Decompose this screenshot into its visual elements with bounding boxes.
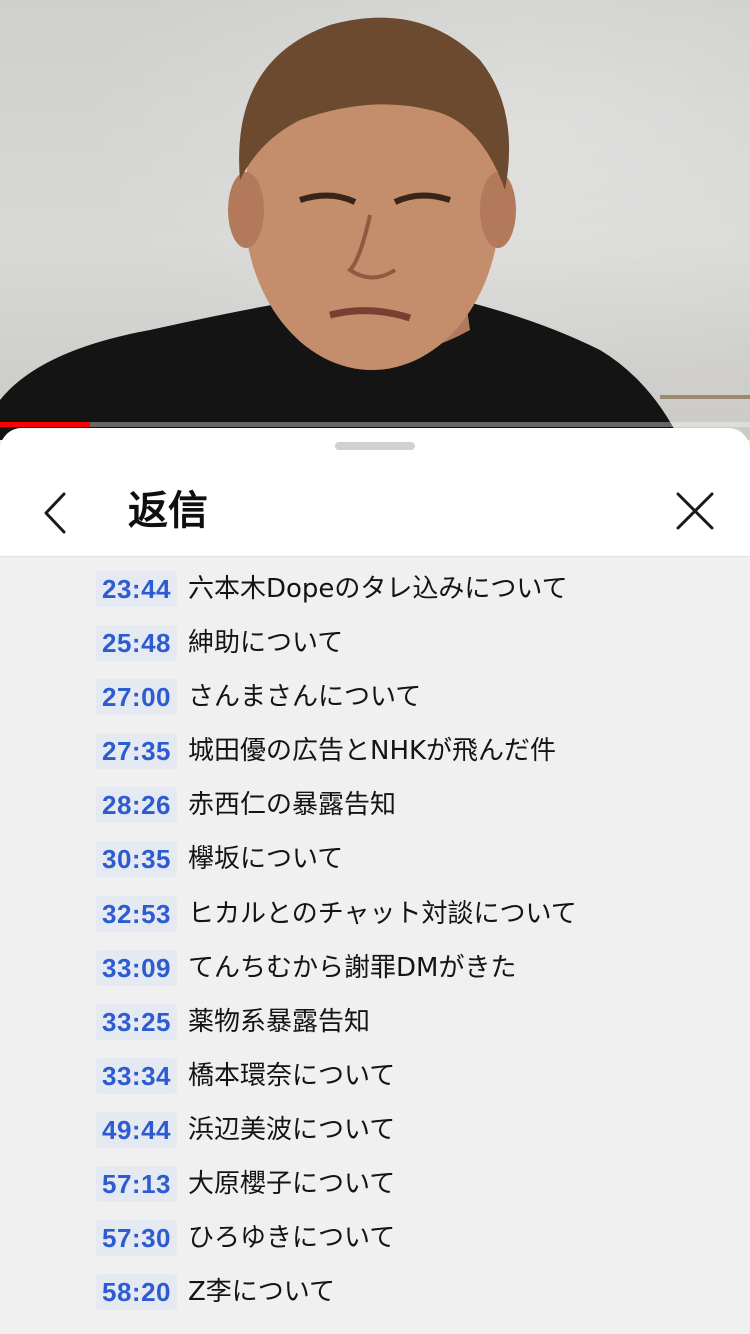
- chapter-row: 33:34 橋本環奈について: [0, 1051, 750, 1105]
- close-icon: [676, 492, 714, 530]
- chapter-row: 58:20 Z李について: [0, 1267, 750, 1321]
- chapter-label: 紳助について: [188, 628, 344, 659]
- timestamp-link[interactable]: 28:26: [96, 787, 177, 824]
- replies-sheet: 返信 23:44 六本木Dopeのタレ込みについて 25:48 紳助について 2…: [0, 428, 750, 1334]
- timestamp-link[interactable]: 23:44: [96, 571, 177, 607]
- back-button[interactable]: [28, 486, 82, 540]
- video-frame-person: [0, 17, 680, 440]
- chapter-label: 浜辺美波について: [188, 1114, 396, 1145]
- chapter-label: 大原櫻子について: [188, 1169, 396, 1200]
- chapter-label: 六本木Dopeのタレ込みについて: [188, 574, 568, 604]
- chapter-row: 23:44 六本木Dopeのタレ込みについて: [0, 564, 750, 618]
- timestamp-link[interactable]: 27:00: [96, 679, 177, 716]
- chapter-label: 欅坂について: [188, 844, 344, 875]
- chapter-label: さんまさんについて: [188, 682, 422, 713]
- chapter-row: 28:26 赤西仁の暴露告知: [0, 780, 750, 834]
- chapter-row: 30:35 欅坂について: [0, 834, 750, 888]
- chapter-row: 32:53 ヒカルとのチャット対談について: [0, 889, 750, 943]
- timestamp-link[interactable]: 33:34: [96, 1057, 177, 1094]
- timestamp-link[interactable]: 33:25: [96, 1003, 177, 1040]
- timestamp-link[interactable]: 32:53: [96, 895, 177, 932]
- chevron-left-icon: [44, 492, 66, 534]
- chapter-label: Z李について: [188, 1277, 336, 1308]
- video-progress-track[interactable]: [0, 422, 750, 427]
- timestamp-link[interactable]: 25:48: [96, 625, 177, 662]
- chapter-label: 城田優の広告とNHKが飛んだ件: [188, 736, 557, 767]
- chapter-row: 57:13 大原櫻子について: [0, 1159, 750, 1213]
- chapter-list: 23:44 六本木Dopeのタレ込みについて 25:48 紳助について 27:0…: [0, 564, 750, 1321]
- sheet-title: 返信: [128, 488, 208, 534]
- chapter-row: 27:35 城田優の広告とNHKが飛んだ件: [0, 726, 750, 780]
- chapter-row: 33:09 てんちむから謝罪DMがきた: [0, 943, 750, 997]
- timestamp-link[interactable]: 33:09: [96, 949, 177, 986]
- drag-handle[interactable]: [335, 442, 415, 450]
- chapter-row: 33:25 薬物系暴露告知: [0, 997, 750, 1051]
- timestamp-link[interactable]: 57:30: [96, 1220, 177, 1257]
- chapter-label: 橋本環奈について: [188, 1060, 396, 1091]
- chapter-label: てんちむから謝罪DMがきた: [188, 952, 517, 983]
- chapter-row: 57:30 ひろゆきについて: [0, 1213, 750, 1267]
- chapter-label: ヒカルとのチャット対談について: [188, 898, 577, 929]
- chapter-row: 27:00 さんまさんについて: [0, 672, 750, 726]
- video-player[interactable]: [0, 0, 750, 440]
- chapter-row: 25:48 紳助について: [0, 618, 750, 672]
- timestamp-link[interactable]: 30:35: [96, 841, 177, 878]
- sheet-header: 返信: [0, 428, 750, 557]
- chapter-label: 赤西仁の暴露告知: [188, 790, 397, 821]
- timestamp-link[interactable]: 58:20: [96, 1274, 177, 1311]
- chapter-row: 49:44 浜辺美波について: [0, 1105, 750, 1159]
- chapter-label: ひろゆきについて: [188, 1223, 396, 1254]
- timestamp-link[interactable]: 57:13: [96, 1166, 177, 1203]
- close-button[interactable]: [668, 484, 722, 538]
- video-progress-fill: [0, 422, 90, 427]
- timestamp-link[interactable]: 49:44: [96, 1111, 177, 1148]
- chapter-label: 薬物系暴露告知: [188, 1006, 371, 1037]
- timestamp-link[interactable]: 27:35: [96, 733, 177, 770]
